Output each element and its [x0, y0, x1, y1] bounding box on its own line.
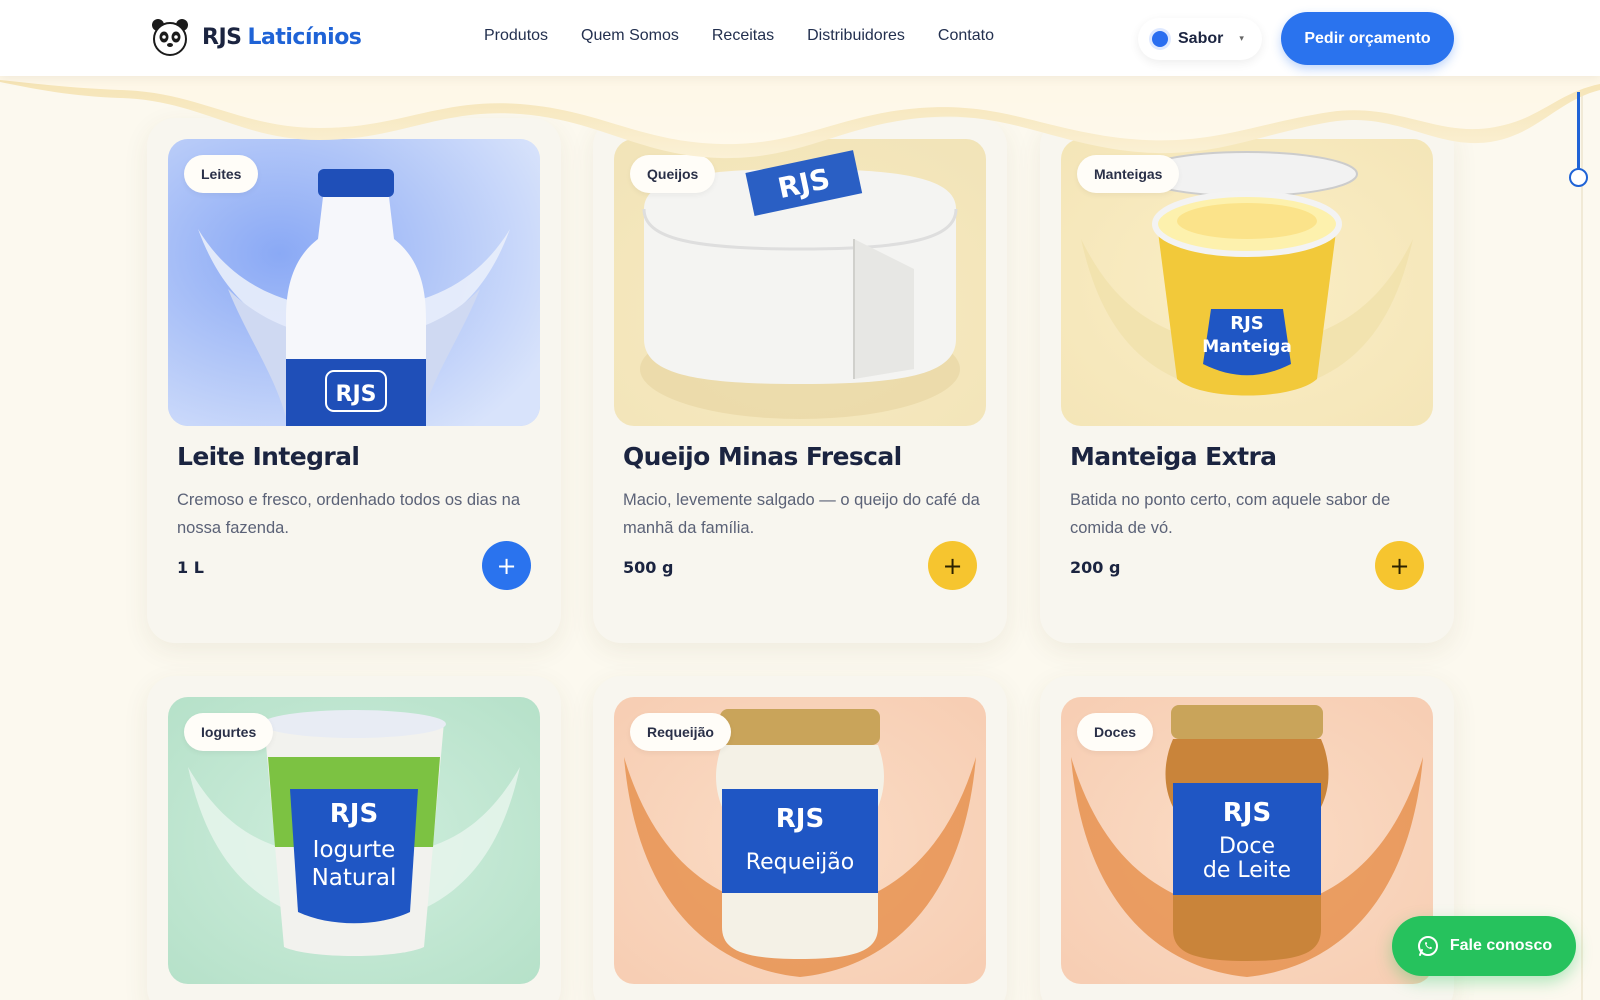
product-title: Manteiga Extra	[1070, 442, 1277, 471]
nav-item-produtos[interactable]: Produtos	[484, 27, 548, 45]
yogurt-label-sub1: Iogurte	[313, 837, 396, 863]
site-header: RJS Laticínios Produtos Quem Somos Receit…	[0, 0, 1600, 76]
nav-item-quem-somos[interactable]: Quem Somos	[581, 27, 679, 45]
main-nav: Produtos Quem Somos Receitas Distribuido…	[484, 27, 1027, 45]
jar-label-text: RJS	[776, 804, 824, 834]
flavor-selector-label: Sabor	[1178, 30, 1224, 47]
brand-logo-link[interactable]: RJS Laticínios	[150, 17, 362, 57]
product-image: RJS Leites	[168, 139, 540, 426]
jar-label-sub1: Doce	[1219, 834, 1275, 859]
whatsapp-icon	[1417, 936, 1438, 956]
brand-name-part1: RJS	[202, 24, 242, 50]
product-title: Leite Integral	[177, 442, 360, 471]
category-badge: Doces	[1077, 713, 1154, 751]
nav-item-contato[interactable]: Contato	[938, 27, 994, 45]
category-badge: Leites	[184, 155, 259, 193]
product-image: RJS Requeijão Requeijão	[614, 697, 986, 984]
category-badge: Requeijão	[630, 713, 731, 751]
category-badge: Iogurtes	[184, 713, 274, 751]
jar-label-sub: Requeijão	[746, 850, 854, 875]
product-size: 1 L	[177, 558, 204, 577]
nav-item-receitas[interactable]: Receitas	[712, 27, 774, 45]
product-size: 500 g	[623, 558, 674, 577]
jar-label-text: RJS	[1223, 798, 1271, 828]
category-badge: Queijos	[630, 155, 716, 193]
tub-label-text: RJS	[1230, 313, 1264, 334]
scroll-progress-line	[1577, 92, 1580, 176]
request-quote-button[interactable]: Pedir orçamento	[1281, 12, 1454, 65]
product-card-leite-integral[interactable]: RJS Leites Leite Integral Cremoso e fres…	[147, 118, 561, 643]
flavor-selector[interactable]: Sabor ▾	[1138, 18, 1262, 60]
add-to-cart-button[interactable]: +	[928, 541, 977, 590]
whatsapp-contact-button[interactable]: Fale conosco	[1392, 916, 1576, 976]
product-title: Queijo Minas Frescal	[623, 442, 902, 471]
panda-logo-icon	[152, 19, 188, 56]
product-card-iogurte[interactable]: RJS Iogurte Natural Iogurtes	[147, 676, 561, 1000]
nav-item-distribuidores[interactable]: Distribuidores	[807, 27, 905, 45]
chevron-down-icon: ▾	[1239, 34, 1244, 44]
product-card-requeijao[interactable]: RJS Requeijão Requeijão	[593, 676, 1007, 1000]
flavor-color-dot	[1152, 31, 1168, 47]
product-card-manteiga-extra[interactable]: RJS Manteiga Manteigas Manteiga Extra Ba…	[1040, 118, 1454, 643]
brand-name-part2: Laticínios	[247, 24, 362, 50]
scroll-progress-knob[interactable]	[1569, 168, 1588, 187]
whatsapp-button-label: Fale conosco	[1449, 937, 1553, 954]
product-description: Macio, levemente salgado — o queijo do c…	[623, 491, 980, 537]
product-image: RJS Iogurte Natural Iogurtes	[168, 697, 540, 984]
product-image: RJS Doce de Leite Doces	[1061, 697, 1433, 984]
product-card-queijo-minas[interactable]: RJS Queijos Queijo Minas Frescal Macio, …	[593, 118, 1007, 643]
category-badge: Manteigas	[1077, 155, 1180, 193]
add-to-cart-button[interactable]: +	[1375, 541, 1424, 590]
product-image: RJS Queijos	[614, 139, 986, 426]
tub-label-sub: Manteiga	[1202, 337, 1292, 357]
yogurt-label-sub2: Natural	[312, 865, 397, 891]
bottle-label-text: RJS	[336, 382, 377, 407]
product-description: Batida no ponto certo, com aquele sabor …	[1070, 491, 1391, 537]
scroll-track	[1581, 76, 1583, 1000]
product-description: Cremoso e fresco, ordenhado todos os dia…	[177, 491, 521, 537]
yogurt-label-text: RJS	[330, 799, 378, 829]
product-image: RJS Manteiga Manteigas	[1061, 139, 1433, 426]
jar-label-sub2: de Leite	[1203, 858, 1291, 883]
brand-name: RJS Laticínios	[202, 24, 362, 50]
product-size: 200 g	[1070, 558, 1121, 577]
add-to-cart-button[interactable]: +	[482, 541, 531, 590]
